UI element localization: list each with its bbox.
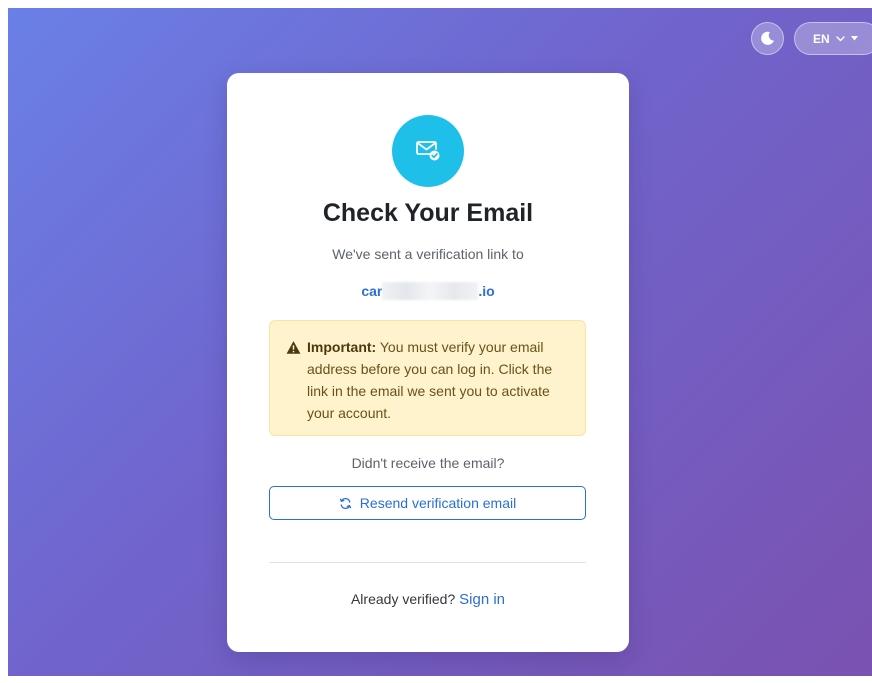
refresh-icon: [339, 497, 352, 510]
no-receive-text: Didn't receive the email?: [351, 455, 505, 471]
moon-icon: [760, 31, 775, 46]
email-prefix: car: [361, 283, 383, 299]
language-select[interactable]: EN: [794, 22, 872, 55]
resend-verification-button[interactable]: Resend verification email: [269, 486, 586, 520]
language-code: EN: [813, 31, 830, 46]
alert-text: Important: You must verify your email ad…: [307, 336, 569, 424]
resend-button-label: Resend verification email: [359, 495, 517, 511]
redacted-email-part: [382, 282, 479, 300]
divider: [269, 562, 586, 563]
already-verified-text: Already verified?: [350, 591, 456, 607]
page-title: Check Your Email: [322, 199, 534, 227]
important-alert: Important: You must verify your email ad…: [269, 320, 586, 436]
warning-icon: [286, 340, 301, 355]
already-verified-row: Already verified? Sign in: [227, 591, 629, 608]
alert-strong-label: Important:: [307, 339, 377, 355]
mail-check-icon: [392, 115, 464, 187]
sign-in-link[interactable]: Sign in: [459, 591, 505, 608]
recipient-email: car .io: [227, 282, 629, 300]
theme-toggle-button[interactable]: [751, 22, 784, 55]
subtitle: We've sent a verification link to: [332, 246, 524, 262]
chevron-down-icon: [835, 35, 845, 42]
page-background: EN Check Your Email We've sent a verific…: [8, 8, 872, 676]
verification-card: Check Your Email We've sent a verificati…: [227, 73, 629, 652]
caret-down-icon: [850, 36, 858, 41]
email-suffix: .io: [478, 283, 495, 299]
